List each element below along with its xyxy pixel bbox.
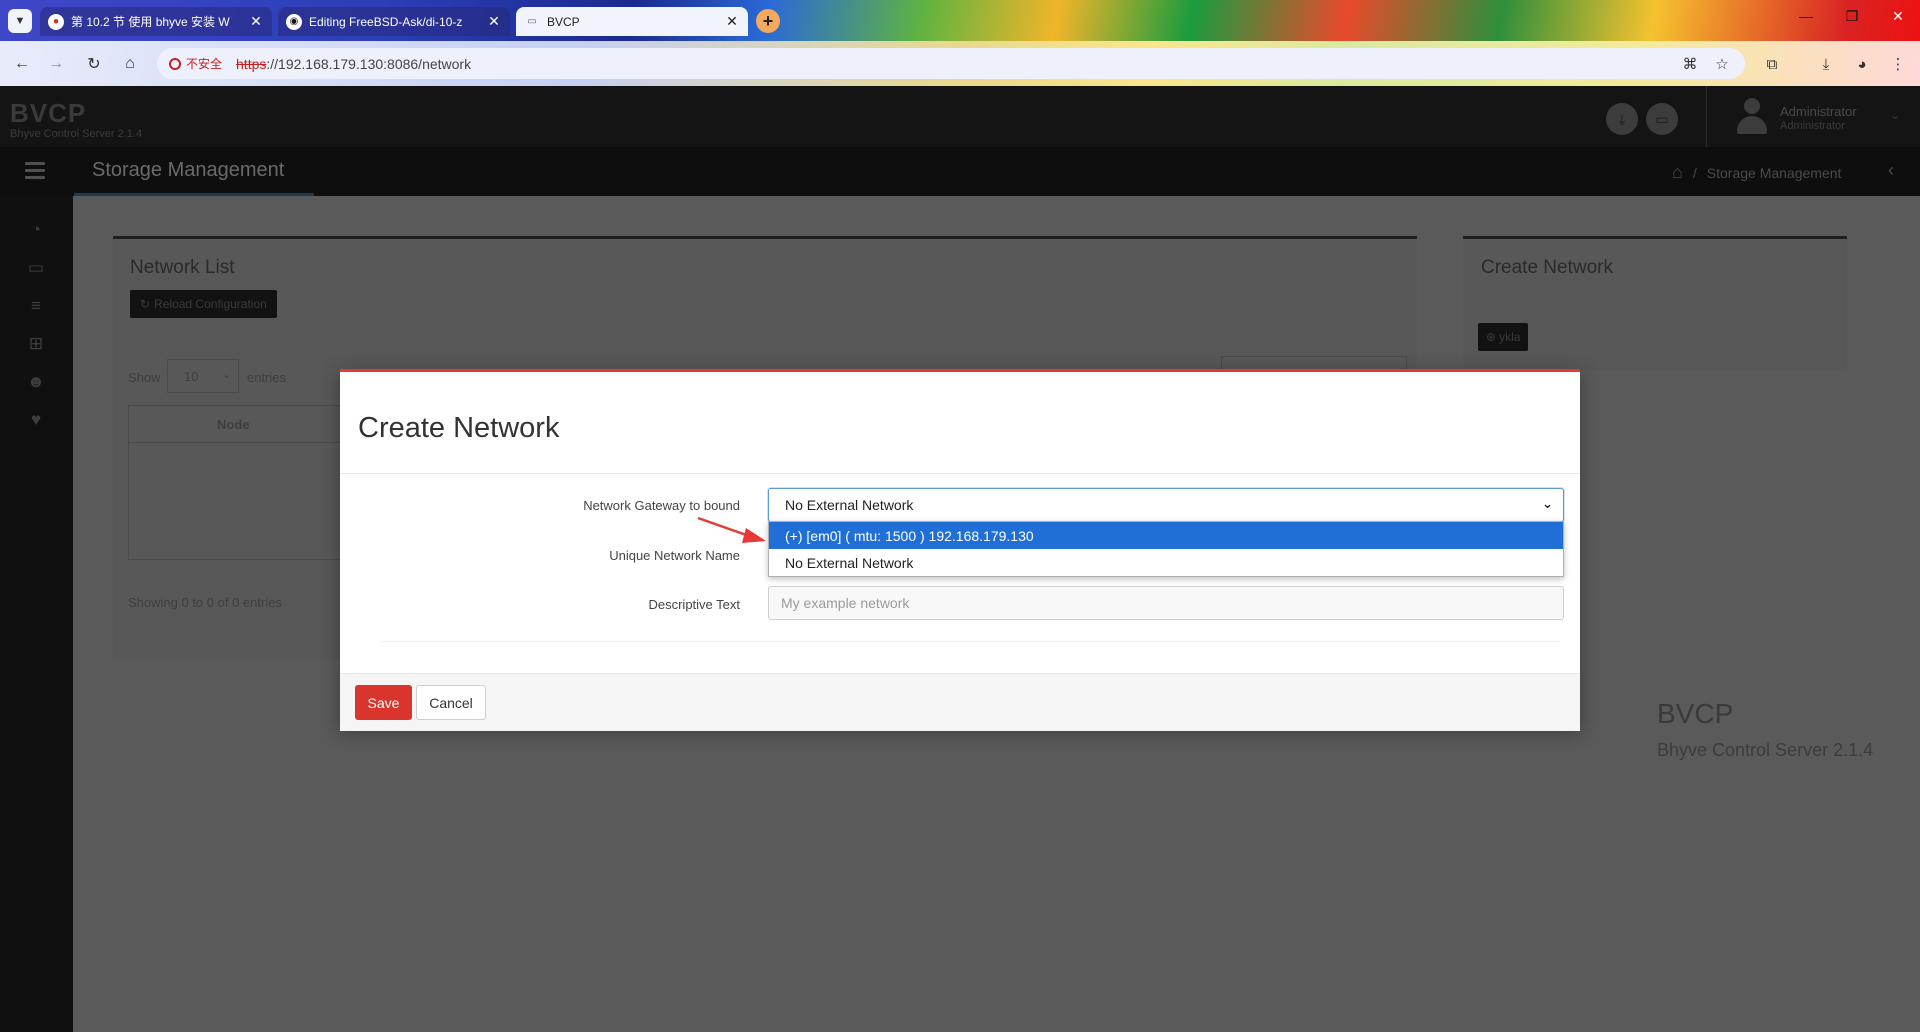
gateway-label: Network Gateway to bound	[583, 498, 740, 513]
page-header-bar: Storage Management ⌂ / Storage Managemen…	[0, 147, 1920, 196]
divider	[340, 473, 1580, 474]
table-info: Showing 0 to 0 of 0 entries	[128, 595, 282, 610]
github-icon: ◉	[286, 13, 302, 30]
refresh-icon: ↻	[140, 297, 151, 311]
gateway-options-list: (+) [em0] ( mtu: 1500 ) 192.168.179.130 …	[768, 521, 1564, 577]
panel-title: Network List	[130, 257, 235, 278]
minimize-icon[interactable]: —	[1786, 8, 1826, 24]
window-close-icon[interactable]: ✕	[1878, 8, 1918, 25]
chevron-down-icon[interactable]: ⌄	[1890, 108, 1900, 122]
modal-title: Create Network	[358, 412, 560, 444]
chevron-down-icon: ⌄	[1542, 496, 1553, 511]
extensions-icon[interactable]: ⧉	[1760, 52, 1784, 76]
modal-footer: Save Cancel	[340, 673, 1580, 731]
column-header-node[interactable]: Node	[217, 417, 250, 432]
create-network-panel: Create Network ⊕ ykla	[1463, 236, 1847, 370]
dashboard-icon[interactable]: ◔	[24, 220, 48, 240]
divider	[380, 641, 1560, 642]
network-name-label: Unique Network Name	[609, 548, 740, 563]
option-em0[interactable]: (+) [em0] ( mtu: 1500 ) 192.168.179.130	[769, 522, 1563, 549]
save-button[interactable]: Save	[355, 685, 412, 720]
home-icon[interactable]: ⌂	[1672, 162, 1683, 183]
browser-tab-strip: ▼ ● 第 10.2 节 使用 bhyve 安装 W ✕ ◉ Editing F…	[0, 0, 1920, 41]
forward-icon[interactable]: →	[44, 52, 68, 76]
network-icon[interactable]: ⊞	[24, 334, 48, 354]
more-menu-icon[interactable]: ⋮	[1886, 52, 1910, 76]
translate-icon[interactable]: ⌘	[1678, 52, 1702, 76]
chevron-left-icon[interactable]: ‹	[1888, 160, 1894, 181]
security-badge[interactable]: 不安全	[169, 55, 222, 72]
user-name[interactable]: Administrator	[1780, 104, 1857, 119]
page-title: Storage Management	[92, 159, 285, 181]
footer-brand-name: BVCP	[1657, 698, 1734, 729]
close-icon[interactable]: ✕	[248, 13, 264, 30]
hamburger-menu-icon[interactable]	[25, 162, 45, 180]
user-avatar-icon[interactable]	[1735, 98, 1769, 136]
divider	[1706, 86, 1707, 147]
restore-icon[interactable]: ❐	[1832, 8, 1872, 25]
monitor-icon[interactable]: ▭	[24, 258, 48, 278]
back-icon[interactable]: ←	[10, 52, 34, 76]
footer-brand-version: Bhyve Control Server 2.1.4	[1657, 740, 1874, 760]
ykla-button[interactable]: ⊕ ykla	[1478, 323, 1529, 351]
browser-tab-1[interactable]: ● 第 10.2 节 使用 bhyve 安装 W ✕	[40, 7, 272, 36]
profile-avatar-icon[interactable]: ◕	[1850, 52, 1874, 76]
browser-tab-2[interactable]: ◉ Editing FreeBSD-Ask/di-10-z ✕	[278, 7, 510, 36]
download-icon[interactable]: ⤓	[1606, 103, 1638, 135]
url-text: https://192.168.179.130:8086/network	[236, 55, 472, 72]
cancel-button[interactable]: Cancel	[416, 685, 486, 720]
close-icon[interactable]: ✕	[486, 13, 502, 30]
panel-title: Create Network	[1481, 257, 1613, 278]
reload-icon[interactable]: ↻	[82, 52, 106, 76]
bookmark-star-icon[interactable]: ☆	[1710, 52, 1734, 76]
user-role: Administrator	[1780, 120, 1845, 132]
reload-configuration-button[interactable]: ↻ Reload Configuration	[130, 290, 277, 318]
close-icon[interactable]: ✕	[724, 13, 740, 30]
app-logo-subtitle: Bhyve Control Server 2.1.4	[10, 128, 143, 140]
download-icon[interactable]: ⤓	[1814, 52, 1838, 76]
red-circle-icon: ●	[48, 13, 64, 30]
heartbeat-icon[interactable]: ♥	[24, 410, 48, 430]
browser-toolbar: ← → ↻ ⌂ 不安全 https://192.168.179.130:8086…	[0, 41, 1920, 86]
users-icon[interactable]: ☻	[24, 372, 48, 392]
page-icon: ▭	[527, 16, 537, 27]
app-header: BVCP Bhyve Control Server 2.1.4 ⤓ ▭ Admi…	[0, 86, 1920, 147]
plus-circle-icon: ⊕	[1486, 330, 1497, 344]
app-logo[interactable]: BVCP	[10, 98, 86, 129]
description-input[interactable]: My example network	[768, 586, 1564, 620]
address-bar[interactable]: 不安全 https://192.168.179.130:8086/network	[157, 48, 1745, 79]
keyboard-icon[interactable]: ▭	[1646, 103, 1678, 135]
description-label: Descriptive Text	[648, 597, 740, 612]
entries-select[interactable]: 10 ⌄	[167, 359, 239, 393]
new-tab-button[interactable]: +	[756, 9, 780, 33]
breadcrumb: ⌂ / Storage Management	[1672, 162, 1842, 183]
database-icon[interactable]: ≡	[24, 296, 48, 316]
option-no-external-network[interactable]: No External Network	[769, 549, 1563, 576]
tab-search-icon[interactable]: ▼	[8, 9, 32, 33]
warning-icon	[169, 57, 181, 70]
home-icon[interactable]: ⌂	[118, 52, 142, 76]
breadcrumb-current[interactable]: Storage Management	[1707, 165, 1842, 181]
sidebar: ◔ ▭ ≡ ⊞ ☻ ♥	[0, 196, 73, 1032]
gateway-select[interactable]: No External Network ⌄	[768, 488, 1564, 522]
browser-tab-3[interactable]: ▭ BVCP ✕	[516, 7, 748, 36]
